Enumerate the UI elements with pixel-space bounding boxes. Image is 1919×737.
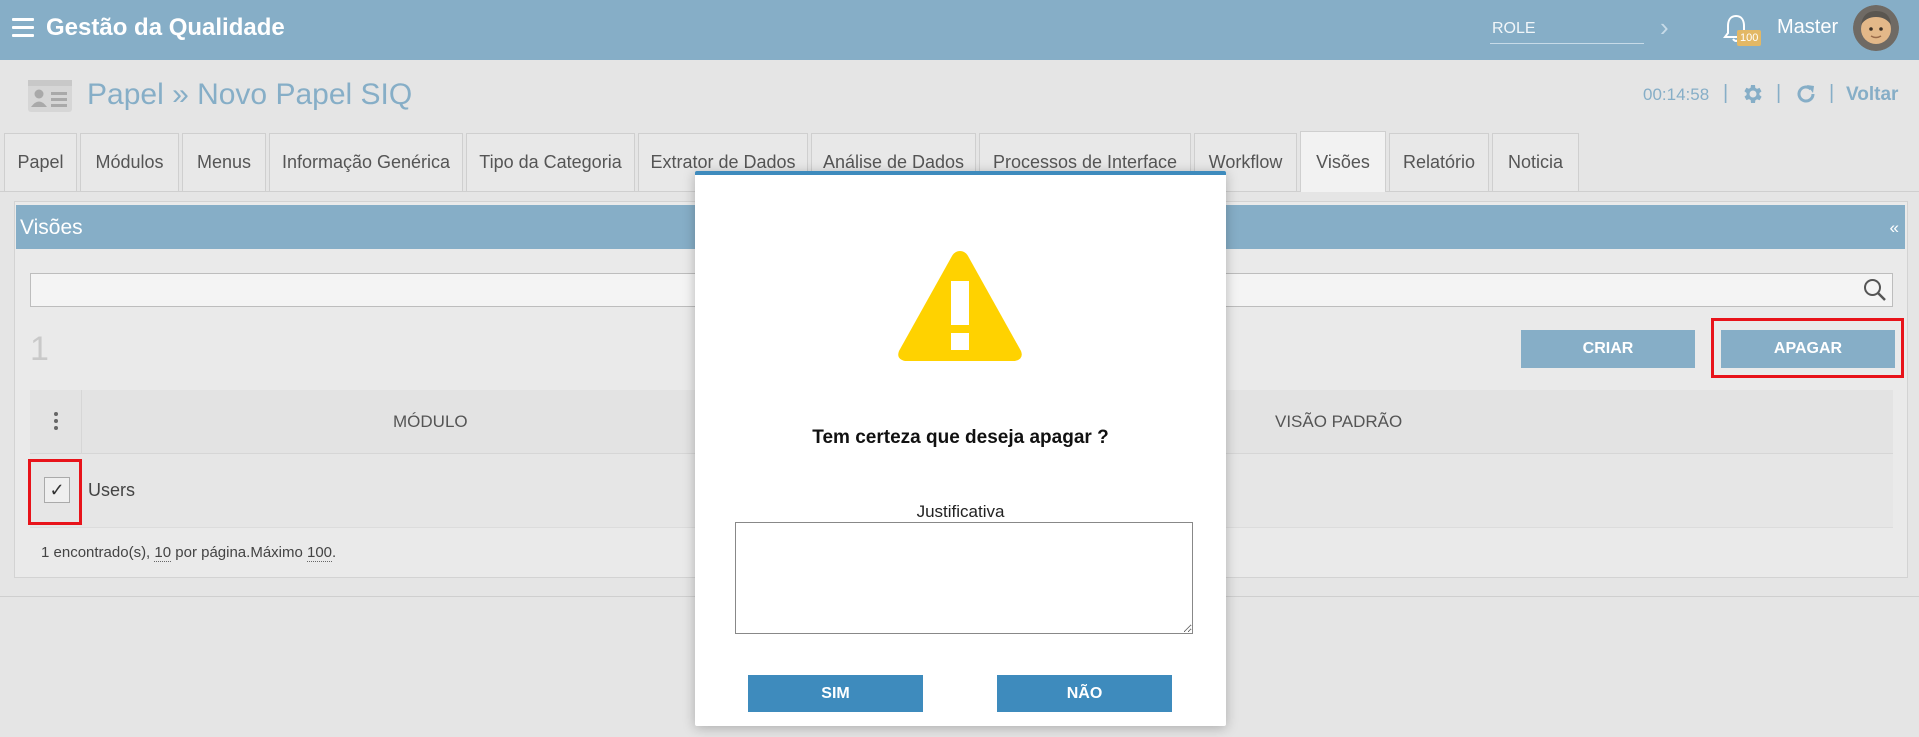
- no-button[interactable]: NÃO: [997, 675, 1172, 712]
- tab-visoes[interactable]: Visões: [1300, 131, 1386, 192]
- column-menu[interactable]: [30, 390, 82, 454]
- notification-badge: 100: [1737, 30, 1762, 46]
- max-value[interactable]: 100: [307, 544, 333, 562]
- warning-icon: [898, 251, 1022, 361]
- per-page-value[interactable]: 10: [154, 544, 172, 562]
- back-link[interactable]: Voltar: [1846, 84, 1898, 106]
- tab-informacao-generica[interactable]: Informação Genérica: [269, 133, 463, 191]
- highlight-box: [1711, 318, 1904, 378]
- tab-menus[interactable]: Menus: [182, 133, 266, 191]
- tab-noticia[interactable]: Noticia: [1492, 133, 1579, 191]
- create-button[interactable]: CRIAR: [1521, 330, 1695, 368]
- column-header-modulo[interactable]: MÓDULO: [393, 412, 468, 432]
- tab-tipo-da-categoria[interactable]: Tipo da Categoria: [466, 133, 635, 191]
- justification-label: Justificativa: [916, 502, 1005, 521]
- column-header-visao-padrao[interactable]: VISÃO PADRÃO: [1275, 412, 1402, 432]
- separator: |: [1776, 82, 1782, 104]
- separator: |: [1829, 82, 1835, 104]
- gear-icon[interactable]: [1740, 82, 1764, 106]
- top-bar: Gestão da Qualidade › 100 Master: [0, 0, 1919, 60]
- role-input[interactable]: [1490, 14, 1644, 44]
- avatar[interactable]: [1853, 5, 1899, 51]
- highlight-box: [28, 459, 82, 525]
- tab-relatorio[interactable]: Relatório: [1389, 133, 1489, 191]
- user-card-icon: [28, 80, 72, 112]
- user-name[interactable]: Master: [1777, 16, 1838, 39]
- session-timer: 00:14:58: [1643, 85, 1710, 104]
- confirm-delete-dialog: Tem certeza que deseja apagar ? Justific…: [695, 171, 1226, 726]
- justification-textarea[interactable]: [735, 522, 1193, 634]
- cell-module: Users: [88, 480, 136, 500]
- search-icon[interactable]: [1862, 277, 1888, 303]
- panel-title: Visões: [20, 216, 83, 239]
- tab-modulos[interactable]: Módulos: [80, 133, 179, 191]
- hamburger-menu-icon[interactable]: [12, 18, 34, 38]
- dialog-question: Tem certeza que deseja apagar ?: [812, 427, 1109, 448]
- collapse-icon[interactable]: «: [1890, 218, 1899, 238]
- record-count: 1: [30, 330, 49, 368]
- found-text: 1 encontrado(s),: [41, 544, 155, 561]
- chevron-right-icon[interactable]: ›: [1660, 12, 1669, 43]
- page-title: Papel » Novo Papel SIQ: [87, 78, 413, 111]
- per-page-text: por página.Máximo: [171, 544, 307, 561]
- kebab-icon[interactable]: [54, 412, 58, 433]
- footer-end: .: [332, 544, 337, 561]
- separator: |: [1723, 82, 1729, 104]
- pagination-info: 1 encontrado(s), 10 por página.Máximo 10…: [41, 544, 337, 562]
- refresh-icon[interactable]: [1794, 82, 1818, 106]
- yes-button[interactable]: SIM: [748, 675, 923, 712]
- tab-papel[interactable]: Papel: [4, 133, 77, 191]
- app-title: Gestão da Qualidade: [46, 14, 285, 41]
